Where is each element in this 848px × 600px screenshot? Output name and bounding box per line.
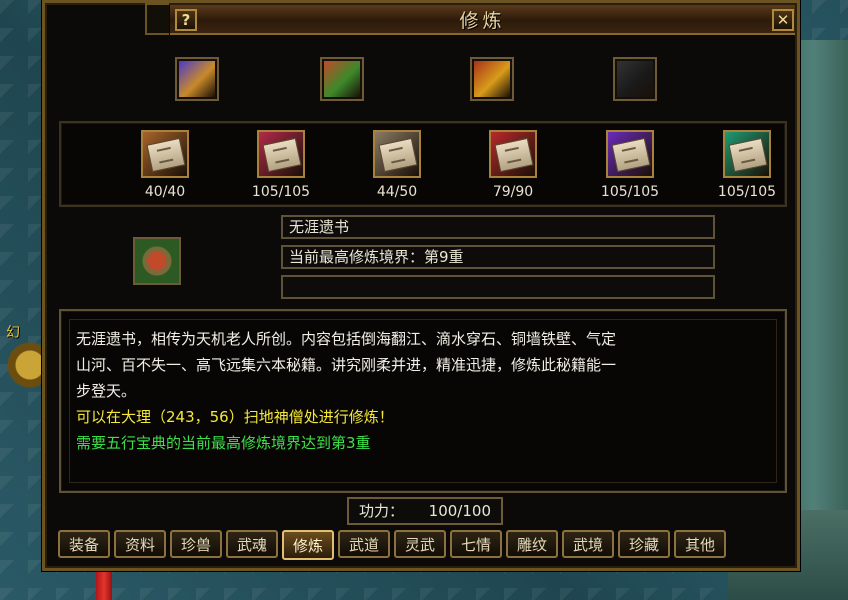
scroll-icon: [378, 137, 418, 173]
brown-manual-icon[interactable]: [141, 130, 189, 178]
world-left-text: 幻: [6, 325, 20, 341]
cultivation-window: 修炼 ? ✕ 40/40 105/105 44/50 79/90 105/105 105/…: [42, 0, 800, 571]
manual-count: 40/40: [144, 184, 186, 200]
book-stack-icon[interactable]: [175, 57, 219, 101]
window-corner-ornament: [145, 3, 169, 35]
tab-1[interactable]: 资料: [114, 530, 166, 558]
green-scroll-bundle-icon[interactable]: [320, 57, 364, 101]
gold-treasure-icon[interactable]: [470, 57, 514, 101]
scroll-icon: [728, 137, 768, 173]
power-label: 功力：: [359, 502, 405, 520]
description-panel: 无涯遗书，相传为天机老人所创。内容包括倒海翻江、滴水穿石、铜墙铁壁、气定 山河、…: [59, 309, 787, 493]
close-icon: ✕: [776, 11, 790, 29]
purple-manual-icon[interactable]: [606, 130, 654, 178]
red-manual-icon[interactable]: [489, 130, 537, 178]
close-button[interactable]: ✕: [772, 9, 794, 31]
crimson-manual-icon[interactable]: [257, 130, 305, 178]
empty-slot-icon[interactable]: [613, 57, 657, 101]
manual-count: 79/90: [492, 184, 534, 200]
tab-6[interactable]: 灵武: [394, 530, 446, 558]
tab-9[interactable]: 武境: [562, 530, 614, 558]
manual-count: 105/105: [600, 184, 660, 200]
character-tab-bar: 装备 资料 珍兽 武魂 修炼 武道 灵武 七情 雕纹 武境 珍藏 其他: [58, 530, 778, 564]
manual-name-field: 无涯遗书: [281, 215, 715, 239]
description-line: 步登天。: [76, 382, 137, 400]
description-text: 无涯遗书，相传为天机老人所创。内容包括倒海翻江、滴水穿石、铜墙铁壁、气定 山河、…: [69, 319, 777, 483]
manual-book-row: 40/40 105/105 44/50 79/90 105/105 105/105: [59, 121, 787, 207]
teal-manual-icon[interactable]: [723, 130, 771, 178]
tab-2[interactable]: 珍兽: [170, 530, 222, 558]
manual-count: 105/105: [251, 184, 311, 200]
power-value: 100/100: [428, 502, 491, 520]
location-hint: 可以在大理（243，56）扫地神僧处进行修炼！: [76, 408, 394, 426]
tab-10[interactable]: 珍藏: [618, 530, 670, 558]
category-icon-row: [55, 37, 785, 115]
manual-count: 105/105: [717, 184, 777, 200]
scroll-icon: [494, 137, 534, 173]
tab-5[interactable]: 武道: [338, 530, 390, 558]
scroll-icon: [262, 137, 302, 173]
tab-4[interactable]: 修炼: [282, 530, 334, 560]
grey-manual-icon[interactable]: [373, 130, 421, 178]
description-line: 无涯遗书，相传为天机老人所创。内容包括倒海翻江、滴水穿石、铜墙铁壁、气定: [76, 330, 617, 348]
tab-11[interactable]: 其他: [674, 530, 726, 558]
help-button[interactable]: ?: [175, 9, 197, 31]
window-title: 修炼: [459, 9, 506, 32]
tab-0[interactable]: 装备: [58, 530, 110, 558]
manual-extra-field: [281, 275, 715, 299]
requirement-hint: 需要五行宝典的当前最高修炼境界达到第3重: [76, 434, 371, 452]
manual-count: 44/50: [376, 184, 418, 200]
manual-level-field: 当前最高修炼境界：第9重: [281, 245, 715, 269]
scroll-icon: [146, 137, 186, 173]
tab-3[interactable]: 武魂: [226, 530, 278, 558]
power-display: 功力： 100/100: [347, 497, 503, 525]
manual-info-area: 无涯遗书 当前最高修炼境界：第9重: [59, 207, 783, 303]
question-icon: ?: [181, 11, 191, 29]
window-titlebar[interactable]: 修炼: [170, 5, 795, 35]
tab-7[interactable]: 七情: [450, 530, 502, 558]
selected-manual-icon[interactable]: [133, 237, 181, 285]
tab-8[interactable]: 雕纹: [506, 530, 558, 558]
description-line: 山河、百不失一、高飞远集六本秘籍。讲究刚柔并进，精准迅捷，修炼此秘籍能一: [76, 356, 617, 374]
scroll-icon: [611, 137, 651, 173]
